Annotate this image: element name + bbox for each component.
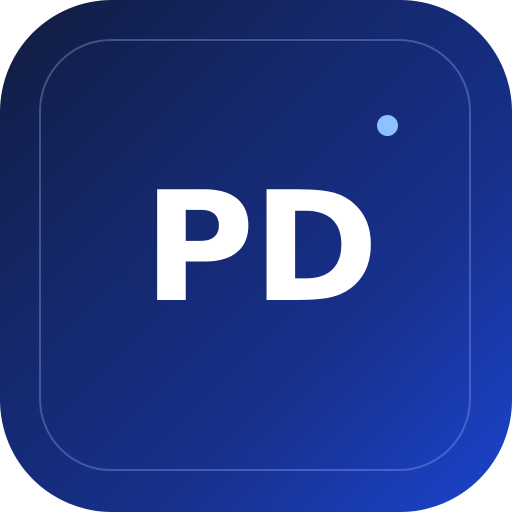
app-icon[interactable]: PD [0,0,512,512]
app-monogram: PD [143,159,379,336]
notification-dot-icon [377,115,398,136]
